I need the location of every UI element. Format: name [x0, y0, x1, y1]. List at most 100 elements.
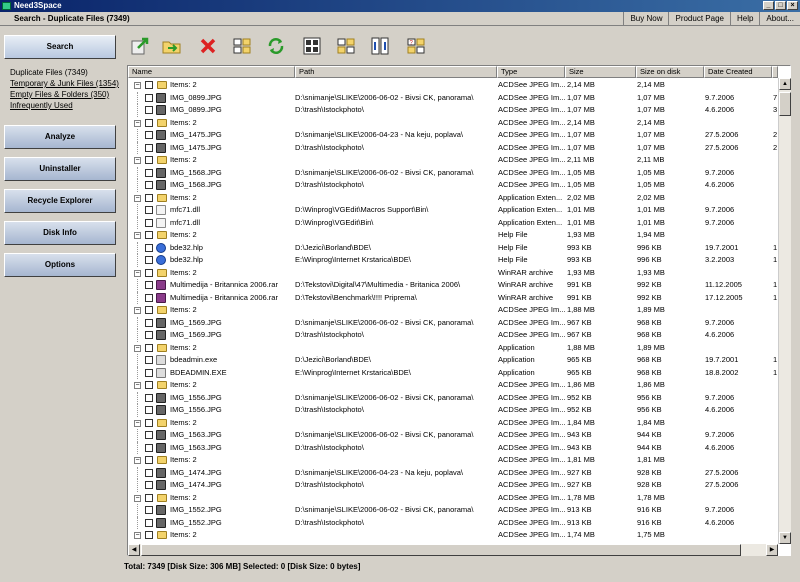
collapse-icon[interactable]: −: [134, 494, 141, 502]
collapse-icon[interactable]: −: [134, 232, 141, 239]
file-checkbox[interactable]: [145, 93, 153, 102]
group-row[interactable]: − Items: 2 ACDSee JPEG Im... 1,86 MB 1,86 MB: [128, 379, 778, 392]
file-checkbox[interactable]: [145, 293, 153, 302]
file-row[interactable]: bde32.hlp D:\Jezici\Borland\BDE\ Help File…: [128, 241, 778, 254]
group-row[interactable]: − Items: 2 ACDSee JPEG Im... 1,88 MB 1,89 MB: [128, 304, 778, 317]
file-row[interactable]: IMG_1569.JPG D:\snimanje\SLIKE\2006-06-02…: [128, 316, 778, 329]
refresh-icon[interactable]: [266, 36, 286, 56]
group-row[interactable]: − Items: 2 ACDSee JPEG Im... 1,78 MB 1,78 MB: [128, 492, 778, 505]
file-checkbox[interactable]: [145, 518, 153, 527]
group-checkbox[interactable]: [145, 418, 153, 427]
group-checkbox[interactable]: [145, 118, 153, 127]
group-row[interactable]: − Items: 2 Help File 1,93 MB 1,94 MB: [128, 229, 778, 242]
column-header-type[interactable]: Type: [497, 66, 565, 78]
file-checkbox[interactable]: [145, 256, 153, 264]
scroll-down-icon[interactable]: ▼: [779, 532, 791, 544]
close-icon[interactable]: ×: [787, 1, 798, 10]
group-row[interactable]: − Items: 2 ACDSee JPEG Im... 2,14 MB 2,14 MB: [128, 117, 778, 130]
file-row[interactable]: IMG_1556.JPG D:\trash\Istockphoto\ ACDSee …: [128, 404, 778, 417]
scroll-left-icon[interactable]: ◀: [128, 544, 140, 556]
select-none-icon[interactable]: [336, 36, 356, 56]
group-checkbox[interactable]: [145, 231, 153, 239]
file-checkbox[interactable]: [145, 368, 153, 377]
group-row[interactable]: − Items: 2 Application Exten... 2,02 MB 2,02…: [128, 192, 778, 205]
group-row[interactable]: − Items: 2 ACDSee JPEG Im... 1,74 MB 1,75 MB: [128, 529, 778, 542]
file-checkbox[interactable]: [145, 106, 153, 114]
file-row[interactable]: bde32.hlp E:\Winprog\Internet Krstarica\B…: [128, 254, 778, 267]
product-page-link[interactable]: Product Page: [668, 12, 729, 25]
file-row[interactable]: IMG_1474.JPG D:\snimanje\SLIKE\2006-04-23…: [128, 466, 778, 479]
group-checkbox[interactable]: [145, 306, 153, 314]
duplicate-files-list[interactable]: Name Path Type Size Size on disk Date Cr…: [127, 65, 791, 556]
options-button[interactable]: Options: [4, 253, 116, 277]
file-row[interactable]: IMG_1568.JPG D:\trash\Istockphoto\ ACDSee …: [128, 179, 778, 192]
group-checkbox[interactable]: [145, 268, 153, 277]
help-icon[interactable]: ?: [406, 36, 426, 56]
scroll-thumb[interactable]: [779, 92, 791, 116]
group-row[interactable]: − Items: 2 ACDSee JPEG Im... 1,81 MB 1,81 MB: [128, 454, 778, 467]
file-checkbox[interactable]: [145, 468, 153, 477]
file-row[interactable]: IMG_1475.JPG D:\trash\Istockphoto\ ACDSee …: [128, 141, 778, 154]
restore-icon[interactable]: □: [775, 1, 786, 10]
file-row[interactable]: IMG_1552.JPG D:\snimanje\SLIKE\2006-06-02…: [128, 504, 778, 517]
file-row[interactable]: IMG_1563.JPG D:\trash\Istockphoto\ ACDSee …: [128, 441, 778, 454]
uninstaller-button[interactable]: Uninstaller: [4, 157, 116, 181]
file-checkbox[interactable]: [145, 131, 153, 139]
file-row[interactable]: IMG_0899.JPG D:\trash\Istockphoto\ ACDSee …: [128, 104, 778, 117]
collapse-icon[interactable]: −: [134, 194, 141, 202]
group-checkbox[interactable]: [145, 493, 153, 502]
scroll-h-thumb[interactable]: [141, 544, 741, 556]
file-checkbox[interactable]: [145, 431, 153, 439]
group-checkbox[interactable]: [145, 343, 153, 352]
file-row[interactable]: Multimedija - Britannica 2006.rar D:\Teks…: [128, 291, 778, 304]
column-header-extra[interactable]: [772, 66, 778, 78]
column-header-path[interactable]: Path: [295, 66, 497, 78]
select-invert-icon[interactable]: [370, 36, 390, 56]
column-header-date-created[interactable]: Date Created: [704, 66, 772, 78]
view-details-icon[interactable]: [232, 36, 252, 56]
collapse-icon[interactable]: −: [134, 382, 141, 389]
subnav-empty-files[interactable]: Empty Files & Folders (350): [10, 89, 118, 100]
file-row[interactable]: mfc71.dll D:\Winprog\VGEdit\Macros Suppor…: [128, 204, 778, 217]
help-link[interactable]: Help: [729, 12, 759, 25]
file-row[interactable]: IMG_0899.JPG D:\snimanje\SLIKE\2006-06-02…: [128, 91, 778, 104]
collapse-icon[interactable]: −: [134, 419, 141, 427]
file-row[interactable]: IMG_1552.JPG D:\trash\Istockphoto\ ACDSee …: [128, 516, 778, 529]
column-header-name[interactable]: Name: [128, 66, 295, 78]
collapse-icon[interactable]: −: [134, 82, 141, 89]
subnav-duplicate-files[interactable]: Duplicate Files (7349): [10, 67, 118, 78]
file-checkbox[interactable]: [145, 206, 153, 214]
scroll-up-icon[interactable]: ▲: [779, 78, 791, 90]
collapse-icon[interactable]: −: [134, 269, 141, 277]
file-checkbox[interactable]: [145, 143, 153, 152]
group-row[interactable]: − Items: 2 ACDSee JPEG Im... 1,84 MB 1,84 MB: [128, 417, 778, 430]
minimize-icon[interactable]: _: [763, 1, 774, 10]
collapse-icon[interactable]: −: [134, 344, 141, 352]
horizontal-scrollbar[interactable]: ◀ ▶: [128, 544, 778, 556]
file-row[interactable]: IMG_1474.JPG D:\trash\Istockphoto\ ACDSee …: [128, 479, 778, 492]
subnav-infrequently-used[interactable]: Infrequently Used: [10, 100, 118, 111]
file-checkbox[interactable]: [145, 406, 153, 414]
file-checkbox[interactable]: [145, 181, 153, 189]
group-row[interactable]: − Items: 2 Application 1,88 MB 1,89 MB: [128, 342, 778, 355]
vertical-scrollbar[interactable]: ▲ ▼: [778, 78, 791, 544]
group-row[interactable]: − Items: 2 WinRAR archive 1,93 MB 1,93 MB: [128, 267, 778, 280]
column-header-size-on-disk[interactable]: Size on disk: [636, 66, 704, 78]
collapse-icon[interactable]: −: [134, 119, 141, 127]
file-row[interactable]: bdeadmin.exe D:\Jezici\Borland\BDE\ Applic…: [128, 354, 778, 367]
folder-move-icon[interactable]: [162, 36, 182, 56]
collapse-icon[interactable]: −: [134, 307, 141, 314]
select-all-icon[interactable]: [302, 36, 322, 56]
file-checkbox[interactable]: [145, 481, 153, 489]
group-checkbox[interactable]: [145, 381, 153, 389]
about-link[interactable]: About...: [759, 12, 800, 25]
subnav-temporary-junk[interactable]: Temporary & Junk Files (1354): [10, 78, 119, 89]
collapse-icon[interactable]: −: [134, 532, 141, 539]
collapse-icon[interactable]: −: [134, 457, 141, 464]
file-row[interactable]: mfc71.dll D:\Winprog\VGEdit\Bin\ Applicati…: [128, 216, 778, 229]
file-row[interactable]: Multimedija - Britannica 2006.rar D:\Teks…: [128, 279, 778, 292]
delete-icon[interactable]: [198, 36, 218, 56]
column-header-size[interactable]: Size: [565, 66, 636, 78]
disk-info-button[interactable]: Disk Info: [4, 221, 116, 245]
file-row[interactable]: IMG_1568.JPG D:\snimanje\SLIKE\2006-06-02…: [128, 166, 778, 179]
